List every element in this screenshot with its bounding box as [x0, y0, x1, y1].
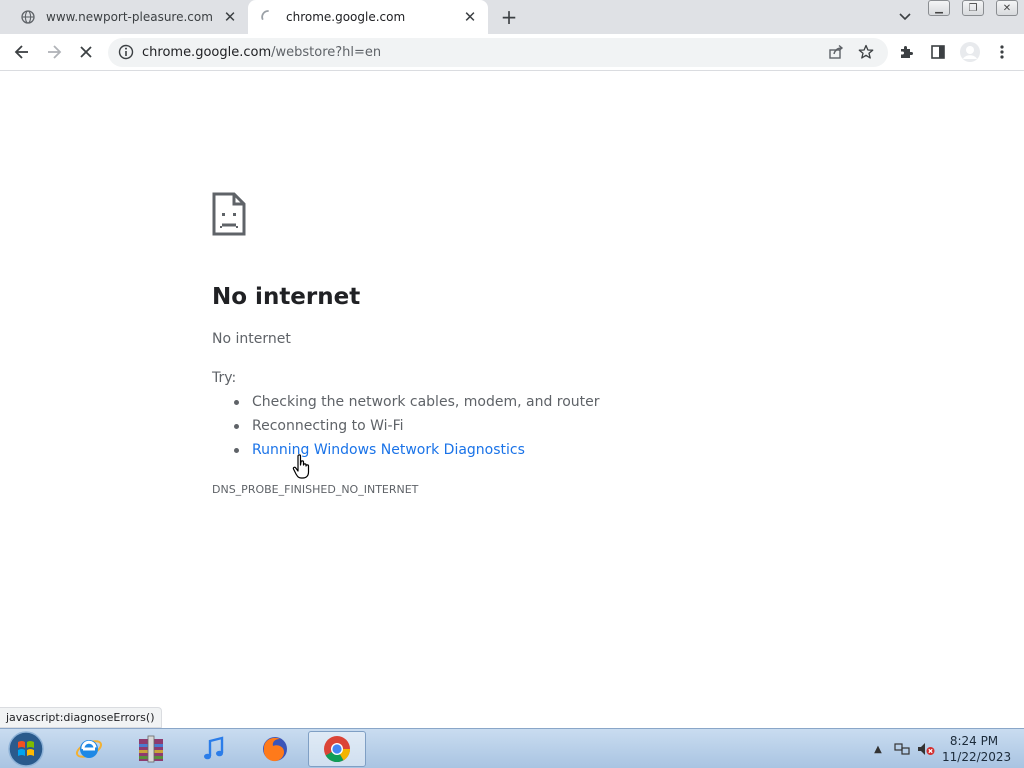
clock-time: 8:24 PM: [949, 734, 999, 748]
error-code: DNS_PROBE_FINISHED_NO_INTERNET: [212, 483, 419, 496]
tab-newport-pleasure[interactable]: www.newport-pleasure.com ✕: [8, 0, 248, 34]
profile-avatar-icon[interactable]: [958, 40, 982, 64]
error-subheading: No internet: [212, 331, 291, 347]
clock-date: 11/22/2023: [942, 750, 1012, 764]
loading-spinner-icon: [260, 9, 276, 25]
internet-explorer-icon[interactable]: [60, 731, 118, 767]
firefox-icon[interactable]: [246, 731, 304, 767]
tab-close-icon[interactable]: ✕: [460, 7, 480, 27]
itunes-icon[interactable]: [184, 731, 242, 767]
hand-cursor-icon: [292, 454, 312, 480]
suggestion-list: Checking the network cables, modem, and …: [234, 392, 600, 464]
address-bar[interactable]: chrome.google.com/webstore?hl=en: [108, 38, 888, 67]
network-diagnostics-link[interactable]: Running Windows Network Diagnostics: [234, 440, 600, 464]
url-path: /webstore?hl=en: [271, 45, 382, 60]
url-host: chrome.google.com: [142, 45, 272, 60]
more-menu-icon[interactable]: [990, 40, 1014, 64]
volume-muted-icon[interactable]: [914, 737, 938, 761]
globe-icon: [20, 9, 36, 25]
try-label: Try:: [212, 370, 237, 386]
system-tray: ▲: [866, 729, 938, 768]
restore-icon[interactable]: ❐: [962, 0, 984, 16]
chrome-icon[interactable]: [308, 731, 366, 767]
stop-loading-icon[interactable]: [74, 40, 98, 64]
extensions-puzzle-icon[interactable]: [894, 40, 918, 64]
side-panel-icon[interactable]: [926, 40, 950, 64]
window-controls: ▁ ❐ ✕: [928, 0, 1024, 18]
new-tab-plus-icon[interactable]: +: [498, 5, 520, 29]
archive-app-icon[interactable]: [122, 731, 180, 767]
start-orb-icon[interactable]: [6, 730, 46, 768]
taskbar-clock[interactable]: 8:24 PM 11/22/2023: [942, 733, 1012, 765]
site-info-icon[interactable]: [118, 44, 134, 60]
back-arrow-icon[interactable]: [10, 40, 34, 64]
forward-arrow-icon[interactable]: [42, 40, 66, 64]
show-hidden-icons-icon[interactable]: ▲: [866, 737, 890, 761]
suggestion-item: Reconnecting to Wi-Fi: [234, 416, 600, 440]
bookmark-star-icon[interactable]: [854, 40, 878, 64]
sad-page-icon: [212, 192, 246, 236]
tab-strip: www.newport-pleasure.com ✕ chrome.google…: [0, 0, 1024, 34]
windows-taskbar: ▲ 8:24 PM 11/22/2023: [0, 728, 1024, 768]
tab-chrome-google[interactable]: chrome.google.com ✕: [248, 0, 488, 34]
status-bar: javascript:diagnoseErrors(): [0, 707, 162, 728]
tab-close-icon[interactable]: ✕: [220, 7, 240, 27]
share-icon[interactable]: [824, 40, 848, 64]
tab-title: www.newport-pleasure.com: [46, 10, 213, 24]
close-window-icon[interactable]: ✕: [996, 0, 1018, 16]
page-title: No internet: [212, 284, 361, 310]
browser-toolbar: chrome.google.com/webstore?hl=en: [0, 34, 1024, 71]
tab-search-chevron-icon[interactable]: [894, 7, 916, 27]
tab-title: chrome.google.com: [286, 10, 406, 24]
minimize-icon[interactable]: ▁: [928, 0, 950, 16]
network-icon[interactable]: [890, 737, 914, 761]
address-url: chrome.google.com/webstore?hl=en: [142, 45, 381, 60]
suggestion-item: Checking the network cables, modem, and …: [234, 392, 600, 416]
